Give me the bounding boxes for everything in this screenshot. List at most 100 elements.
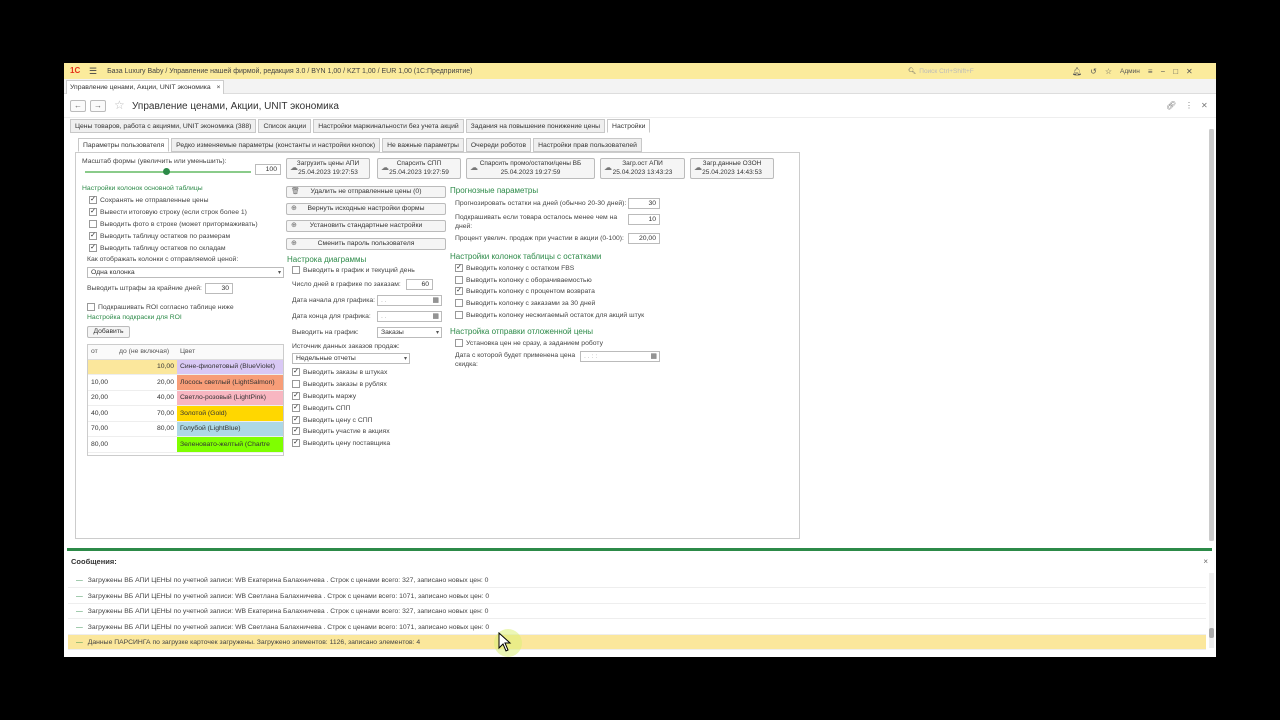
price-spp-checkbox[interactable]: ✓ Выводить цену с СПП [292,416,373,424]
checkbox-box[interactable]: ✓ [292,392,300,400]
checkbox-box[interactable]: ✓ [292,427,300,435]
orders30-column-checkbox[interactable]: Выводить колонку с заказами за 30 дней [455,299,595,307]
checkbox-box[interactable] [292,266,300,274]
stock-by-size-checkbox[interactable]: ✓ Выводить таблицу остатков по размерам [89,232,230,240]
tab-user-rights[interactable]: Настройки прав пользователей [533,138,642,152]
checkbox-box[interactable]: ✓ [292,368,300,376]
chart-today-checkbox[interactable]: Выводить в график и текущий день [292,266,415,274]
roi-color-cell[interactable]: Светло-розовый (LightPink) [177,390,283,406]
checkbox-box[interactable]: ✓ [455,264,463,272]
form-scrollbar[interactable] [1209,129,1214,541]
scale-input[interactable]: 100 [255,164,281,175]
close-messages-icon[interactable]: × [1203,557,1208,566]
close-form-icon[interactable]: ✕ [1201,101,1208,110]
load-stock-api-button[interactable]: ☁ Загр.ост АПИ 25.04.2023 13:43:23 [600,158,685,179]
roi-from-cell[interactable]: 80,00 [88,436,116,453]
global-search[interactable]: 🔍︎ Поиск Ctrl+Shift+F [908,65,1068,77]
checkbox-box[interactable] [455,311,463,319]
roi-color-cell[interactable]: Лосось светлый (LightSalmon) [177,374,283,391]
promo-increase-input[interactable]: 20,00 [628,233,660,244]
low-stock-input[interactable]: 10 [628,214,660,225]
message-item[interactable]: — Загружены ВБ АПИ ЦЕНЫ по учетной записи… [68,604,1206,619]
header-from[interactable]: от [88,345,116,360]
return-column-checkbox[interactable]: ✓ Выводить колонку с процентом возврата [455,287,595,295]
unburnable-stock-checkbox[interactable]: Выводить колонку несжигаемый остаток для… [455,311,644,319]
photo-in-row-checkbox[interactable]: Выводить фото в строке (может притормажи… [89,220,258,228]
messages-scrollbar[interactable] [1209,573,1214,648]
orders-qty-checkbox[interactable]: ✓ Выводить заказы в штуках [292,368,387,376]
restore-form-settings-button[interactable]: ⊕ Вернуть исходные настройки формы [286,203,446,215]
start-date-input[interactable]: . . [377,295,442,306]
message-item[interactable]: — Загружены ВБ АПИ ЦЕНЫ по учетной записи… [68,573,1206,588]
roi-from-cell[interactable]: 10,00 [88,374,116,391]
days-input[interactable]: 60 [406,279,433,290]
change-password-button[interactable]: ⊕ Сменить пароль пользователя [286,238,446,250]
favorite-star-icon[interactable]: ☆ [114,98,125,112]
table-row[interactable]: 10,00 Сине-фиолетовый (BlueViolet) [88,359,283,375]
roi-from-cell[interactable]: 40,00 [88,405,116,422]
checkbox-box[interactable] [455,276,463,284]
save-unsent-prices-checkbox[interactable]: ✓ Сохранять не отправленные цены [89,196,208,204]
table-row[interactable]: 80,00 Зеленовато-желтый (Chartre [88,436,283,453]
checkbox-box[interactable] [292,380,300,388]
checkbox-box[interactable] [455,299,463,307]
roi-to-cell[interactable]: 80,00 [116,421,177,437]
deferred-date-input[interactable]: . . : : [580,351,660,362]
add-button[interactable]: Добавить [87,326,130,338]
checkbox-box[interactable]: ✓ [89,244,97,252]
load-prices-api-button[interactable]: ☁ Загрузить цены АПИ 25.04.2023 19:27:53 [286,158,370,179]
turnover-column-checkbox[interactable]: Выводить колонку с оборачиваемостью [455,276,592,284]
chart-output-select[interactable]: Заказы [377,327,442,338]
messages-scrollbar-thumb[interactable] [1209,628,1214,638]
display-columns-select[interactable]: Одна колонка [87,267,284,278]
window-tab[interactable]: Управление ценами, Акции, UNIT экономика… [66,80,224,94]
link-icon[interactable]: 🔗︎ [1166,101,1176,110]
promo-participation-checkbox[interactable]: ✓ Выводить участие в акциях [292,427,390,435]
checkbox-box[interactable] [89,220,97,228]
checkbox-box[interactable]: ✓ [292,439,300,447]
checkbox-box[interactable] [87,303,95,311]
header-color[interactable]: Цвет [177,345,283,360]
roi-to-cell[interactable] [116,436,177,453]
fines-days-input[interactable]: 30 [205,283,233,294]
load-ozon-button[interactable]: ☁ Загр.данные ОЗОН 25.04.2023 14:43:53 [690,158,774,179]
parse-spp-button[interactable]: ☁ Спарсить СПП 25.04.2023 19:27:59 [377,158,461,179]
checkbox-box[interactable]: ✓ [89,232,97,240]
forward-button[interactable]: → [90,100,106,112]
tab-prices[interactable]: Цены товаров, работа с акциями, UNIT эко… [70,119,257,133]
tab-settings[interactable]: Настройки [607,119,651,133]
fbs-column-checkbox[interactable]: ✓ Выводить колонку с остатком FBS [455,264,574,272]
spp-checkbox[interactable]: ✓ Выводить СПП [292,404,351,412]
checkbox-box[interactable]: ✓ [89,196,97,204]
header-to[interactable]: до (не включая) [116,345,177,360]
maximize-icon[interactable]: □ [1173,67,1178,76]
scale-slider-knob[interactable] [163,168,170,175]
checkbox-box[interactable]: ✓ [292,416,300,424]
margin-checkbox[interactable]: ✓ Выводить маржу [292,392,356,400]
close-window-icon[interactable]: ✕ [1186,67,1193,76]
roi-color-cell[interactable]: Золотой (Gold) [177,405,283,422]
message-item[interactable]: — Данные ПАРСИНГА по загрузке карточек за… [68,635,1206,650]
stock-by-warehouse-checkbox[interactable]: ✓ Выводить таблицу остатков по складам [89,244,226,252]
table-row[interactable]: 20,00 40,00 Светло-розовый (LightPink) [88,390,283,406]
user-name[interactable]: Админ [1120,68,1140,75]
total-row-checkbox[interactable]: ✓ Вывести итоговую строку (если строк бол… [89,208,247,216]
supplier-price-checkbox[interactable]: ✓ Выводить цену поставщика [292,439,390,447]
favorites-star-icon[interactable]: ☆ [1105,67,1112,76]
tab-user-params[interactable]: Параметры пользователя [78,138,170,152]
roi-from-cell[interactable]: 20,00 [88,390,116,406]
orders-rub-checkbox[interactable]: Выводить заказы в рублях [292,380,387,388]
minimize-icon[interactable]: − [1161,67,1166,76]
roi-to-cell[interactable]: 20,00 [116,374,177,391]
scale-slider[interactable] [85,168,251,175]
roi-to-cell[interactable]: 40,00 [116,390,177,406]
back-button[interactable]: ← [70,100,86,112]
roi-from-cell[interactable] [88,359,116,375]
roi-color-checkbox[interactable]: Подкрашивать ROI согласно таблице ниже [87,303,234,311]
source-select[interactable]: Недельные отчеты [292,353,410,364]
roi-color-cell[interactable]: Сине-фиолетовый (BlueViolet) [177,359,283,375]
form-scrollbar-thumb[interactable] [1209,129,1214,541]
tab-margin-settings[interactable]: Настройки маржинальности без учета акций [313,119,464,133]
forecast-days-input[interactable]: 30 [628,198,660,209]
close-tab-icon[interactable]: × [217,84,221,91]
